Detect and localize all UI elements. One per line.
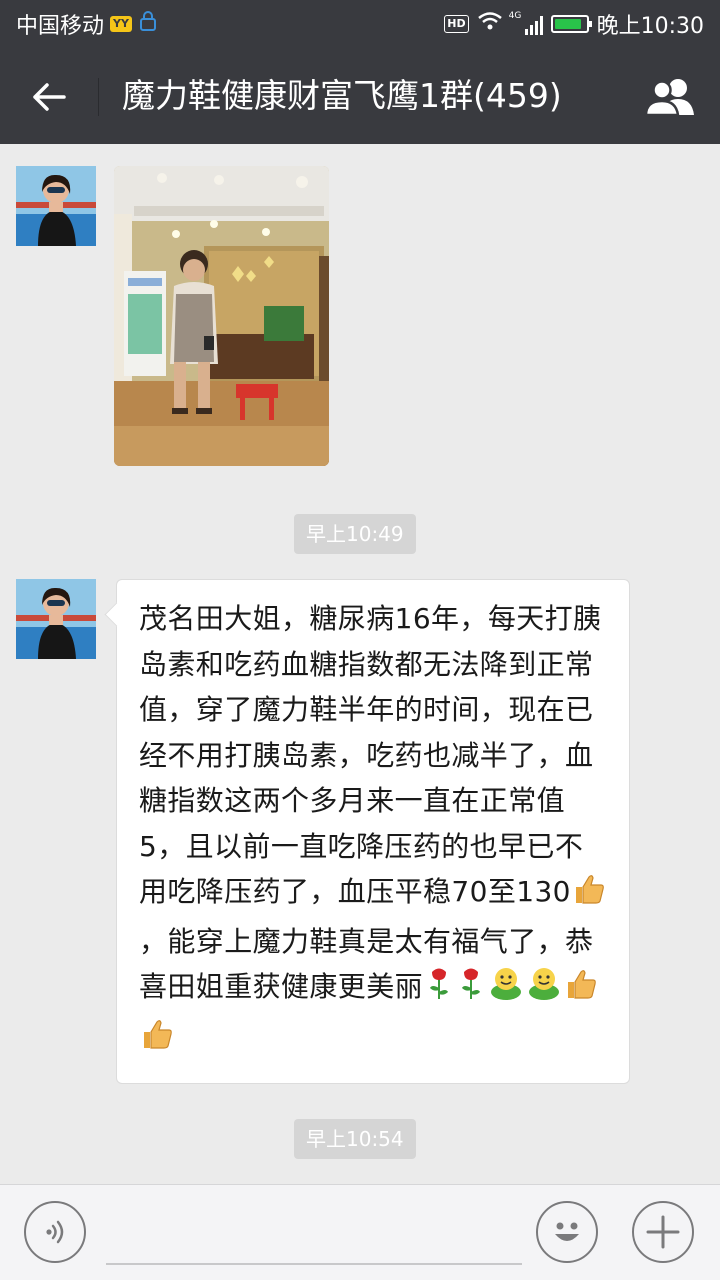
plus-icon: [646, 1215, 680, 1249]
status-right: HD 4G 晚上10:30: [444, 0, 704, 48]
message-text: 茂名田大姐，糖尿病16年，每天打胰岛素和吃药血糖指数都无法降到正常值，穿了魔力鞋…: [139, 596, 609, 1063]
bubble-arrow: [104, 602, 129, 627]
hug-emoji-icon: [526, 966, 562, 1014]
input-bar: [0, 1184, 720, 1280]
back-button[interactable]: [22, 70, 76, 124]
text-message-bubble[interactable]: 茂名田大姐，糖尿病16年，每天打胰岛素和吃药血糖指数都无法降到正常值，穿了魔力鞋…: [104, 579, 630, 1084]
nav-divider: [98, 78, 99, 116]
status-bar: 中国移动 YY HD 4G 晚上10:30: [0, 0, 720, 48]
sender-avatar[interactable]: [16, 166, 96, 246]
sender-avatar[interactable]: [16, 579, 96, 659]
rose-icon: [456, 966, 486, 1014]
battery-fill: [554, 19, 582, 29]
message-input[interactable]: [106, 1205, 522, 1265]
voice-button[interactable]: [24, 1201, 86, 1263]
chat-title: 魔力鞋健康财富飞鹰1群(459): [122, 76, 562, 115]
timestamp-label: 早上10:49: [294, 514, 416, 554]
arrow-left-icon: [33, 83, 66, 111]
clock: 晚上10:30: [596, 14, 704, 39]
status-left: 中国移动 YY: [16, 0, 158, 48]
hd-badge: HD: [444, 15, 469, 33]
thumbs-up-icon: [140, 1018, 174, 1064]
nav-bar: 魔力鞋健康财富飞鹰1群(459): [0, 48, 720, 144]
group-info-button[interactable]: [642, 70, 700, 124]
photo-message[interactable]: [114, 166, 329, 466]
group-members-icon: [644, 79, 694, 117]
rose-icon: [424, 966, 454, 1014]
emoji-icon: [555, 1222, 579, 1241]
yy-app-icon: YY: [110, 16, 132, 32]
lock-notification-icon: [138, 10, 158, 38]
wifi-icon: [477, 11, 503, 37]
battery-icon: [550, 15, 592, 33]
emoji-button[interactable]: [536, 1201, 598, 1263]
signal-icon: 4G: [508, 11, 543, 35]
timestamp-label: 早上10:54: [294, 1119, 416, 1159]
message-text-part-1: 茂名田大姐，糖尿病16年，每天打胰岛素和吃药血糖指数都无法降到正常值，穿了魔力鞋…: [139, 602, 602, 908]
more-options-button[interactable]: [632, 1201, 694, 1263]
hug-emoji-icon: [488, 966, 524, 1014]
carrier-label: 中国移动: [16, 14, 105, 39]
network-type-label: 4G: [508, 11, 522, 21]
voice-icon: [46, 1220, 64, 1244]
chat-area[interactable]: 早上10:49 茂名田大姐，糖尿病16年，每天打胰岛素和吃药血糖指数都无法降到正…: [0, 144, 720, 1184]
thumbs-up-icon: [564, 968, 598, 1014]
thumbs-up-icon: [572, 873, 606, 919]
